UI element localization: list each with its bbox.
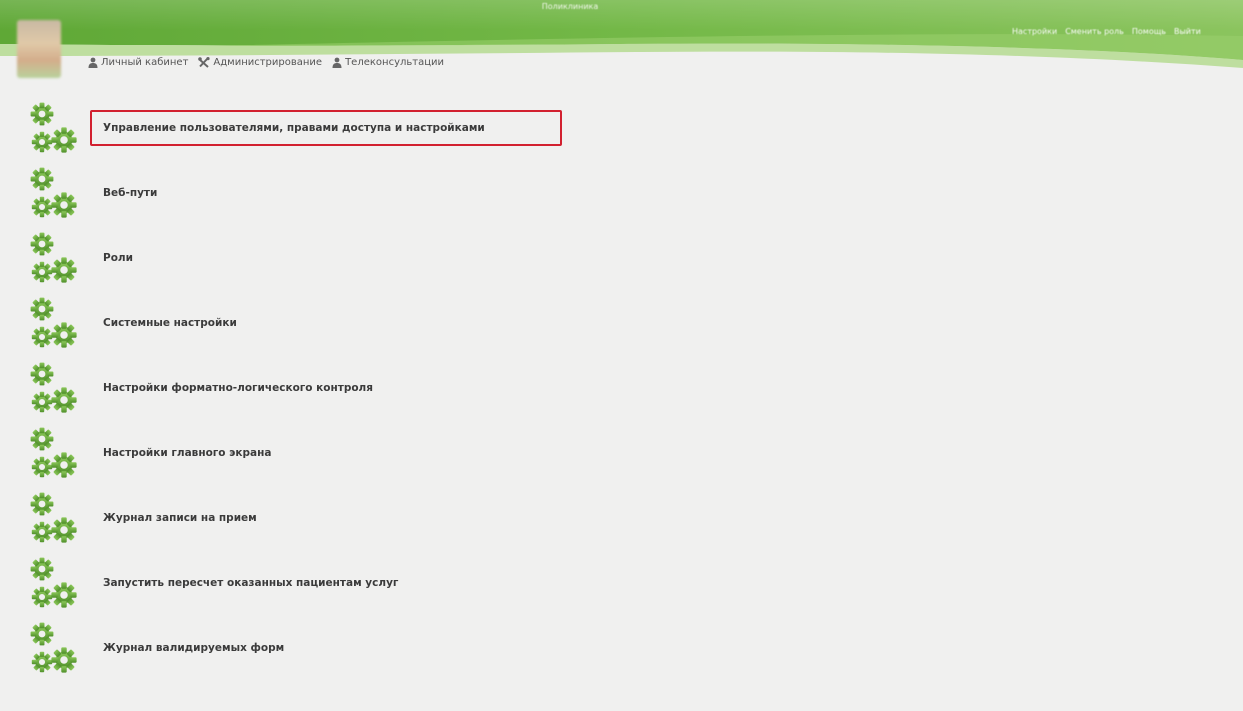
list-item-user-management[interactable]: Управление пользователями, правами досту… (0, 100, 1243, 160)
gears-icon (26, 100, 82, 160)
user-icon (332, 57, 342, 68)
item-label[interactable]: Запустить пересчет оказанных пациентам у… (103, 577, 398, 589)
list-item-validated-forms-log[interactable]: Журнал валидируемых форм (0, 620, 1243, 680)
gears-icon (26, 230, 82, 290)
top-links: Настройки Сменить роль Помощь Выйти (1012, 27, 1243, 41)
gears-icon (26, 295, 82, 355)
list-item-web-paths[interactable]: Веб-пути (0, 165, 1243, 225)
list-item-appointment-log[interactable]: Журнал записи на прием (0, 490, 1243, 550)
main-menu: Личный кабинет Администрирование Телекон… (88, 54, 444, 70)
list-item-roles[interactable]: Роли (0, 230, 1243, 290)
user-icon (88, 57, 98, 68)
list-item-flk-settings[interactable]: Настройки форматно-логического контроля (0, 360, 1243, 420)
gears-icon (26, 425, 82, 485)
item-label[interactable]: Журнал валидируемых форм (103, 642, 284, 654)
logout-link[interactable]: Выйти (1174, 27, 1201, 41)
gears-icon (26, 490, 82, 550)
gears-icon (26, 165, 82, 225)
app-header: Поликлиника Настройки Сменить роль Помощ… (0, 0, 1243, 96)
item-label[interactable]: Управление пользователями, правами досту… (103, 122, 485, 134)
change-role-link[interactable]: Сменить роль (1065, 27, 1124, 41)
gears-icon (26, 620, 82, 680)
help-link[interactable]: Помощь (1132, 27, 1166, 41)
organization-name (80, 8, 220, 28)
item-label[interactable]: Роли (103, 252, 133, 264)
item-label[interactable]: Системные настройки (103, 317, 237, 329)
item-label[interactable]: Настройки форматно-логического контроля (103, 382, 373, 394)
menu-label: Личный кабинет (101, 56, 189, 68)
item-label[interactable]: Веб-пути (103, 187, 157, 199)
item-label[interactable]: Журнал записи на прием (103, 512, 257, 524)
tools-icon (198, 56, 210, 68)
menu-administration[interactable]: Администрирование (198, 56, 323, 68)
list-item-system-settings[interactable]: Системные настройки (0, 295, 1243, 355)
menu-label: Телеконсультации (345, 56, 445, 68)
app-title: Поликлиника (541, 2, 599, 11)
list-item-recalc-services[interactable]: Запустить пересчет оказанных пациентам у… (0, 555, 1243, 615)
item-label[interactable]: Настройки главного экрана (103, 447, 271, 459)
gears-icon (26, 360, 82, 420)
menu-personal-cabinet[interactable]: Личный кабинет (88, 57, 188, 68)
gears-icon (26, 555, 82, 615)
menu-label: Администрирование (213, 56, 323, 68)
list-item-main-screen-settings[interactable]: Настройки главного экрана (0, 425, 1243, 485)
menu-teleconsultations[interactable]: Телеконсультации (332, 57, 444, 68)
settings-link[interactable]: Настройки (1012, 27, 1057, 41)
user-avatar[interactable] (17, 20, 61, 78)
